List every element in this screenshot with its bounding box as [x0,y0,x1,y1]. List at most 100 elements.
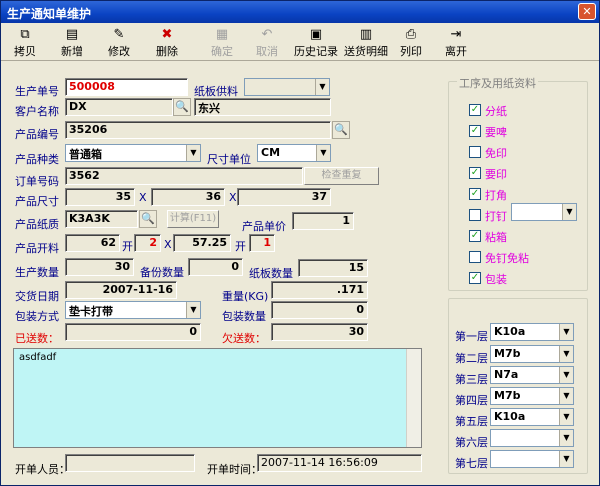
customer-code-field[interactable]: DX [65,98,173,116]
layer-4-select[interactable]: M7b ▼ [490,387,574,405]
chevron-down-icon[interactable]: ▼ [559,430,573,446]
product-type-label: 产品种类 [15,153,59,166]
product-code-label: 产品编号 [15,128,59,141]
customer-label: 客户名称 [15,105,59,118]
spare-field[interactable]: 0 [188,258,243,276]
checkbox-yaopi[interactable]: ✓ [469,125,481,137]
customer-search-icon[interactable]: 🔍 [173,98,191,116]
checkbox-zhanxiang[interactable]: ✓ [469,230,481,242]
created-time-field[interactable]: 2007-11-14 16:56:09 [257,454,422,472]
checkbox-mianding[interactable] [469,251,481,263]
order-no-label: 生产单号 [15,85,59,98]
edit-icon: ✎ [113,27,125,42]
checkbox-dading[interactable] [469,209,481,221]
new-button[interactable]: ▤ 新增 [54,27,90,59]
size-width-field[interactable]: 36 [151,188,225,206]
quantity-field[interactable]: 30 [65,258,134,276]
cut-a-field[interactable]: 62 [65,234,120,252]
chevron-down-icon[interactable]: ▼ [316,145,330,161]
layer-3-label: 第三层 [455,373,488,386]
pack-qty-field[interactable]: 0 [271,301,368,319]
customer-name-field[interactable]: 东兴 [194,98,331,116]
chevron-down-icon[interactable]: ▼ [559,367,573,383]
creator-label: 开单人员： [15,463,70,476]
delivery-icon: ▥ [359,27,373,42]
print-button[interactable]: ⎙ 列印 [393,27,429,59]
board-qty-field[interactable]: 15 [298,259,368,277]
product-search-icon[interactable]: 🔍 [332,121,350,139]
memo-textarea[interactable]: asdfadf [13,348,422,448]
unit-price-label: 产品单价 [242,220,286,233]
size-unit-select[interactable]: CM ▼ [257,144,331,162]
creator-field[interactable] [65,454,195,472]
delete-button[interactable]: ✖ 删除 [149,27,185,59]
checkbox-dajiao[interactable]: ✓ [469,188,481,200]
product-size-label: 产品尺寸 [15,195,59,208]
app-window: 生产通知单维护 ✕ ⧉ 拷贝 ▤ 新增 ✎ 修改 ✖ 删除 ▦ 确定 ↶ 取消 ▣ 历史记录 … [0,0,600,486]
memo-scrollbar[interactable] [406,349,421,447]
chevron-down-icon[interactable]: ▼ [186,145,200,161]
layer-3-select[interactable]: N7a ▼ [490,366,574,384]
chevron-down-icon[interactable]: ▼ [186,302,200,318]
chevron-down-icon[interactable]: ▼ [315,79,329,95]
chevron-down-icon[interactable]: ▼ [559,324,573,340]
weight-label: 重量(KG) [222,290,269,303]
chevron-down-icon[interactable]: ▼ [559,409,573,425]
checkbox-baozhuang[interactable]: ✓ [469,272,481,284]
checkbox-yaoyin[interactable]: ✓ [469,167,481,179]
order-code-label: 订单号码 [15,175,59,188]
layer-6-select[interactable]: ▼ [490,429,574,447]
chevron-down-icon[interactable]: ▼ [559,451,573,467]
layer-7-label: 第七层 [455,457,488,470]
check-duplicate-button[interactable]: 检查重复 [304,167,379,185]
chevron-down-icon[interactable]: ▼ [562,204,576,220]
chevron-down-icon[interactable]: ▼ [559,346,573,362]
layer-5-label: 第五层 [455,415,488,428]
sent-field[interactable]: 0 [65,323,201,341]
chevron-down-icon[interactable]: ▼ [559,388,573,404]
size-height-field[interactable]: 37 [237,188,331,206]
layer-5-select[interactable]: K10a ▼ [490,408,574,426]
size-unit-label: 尺寸单位 [207,153,251,166]
size-length-field[interactable]: 35 [65,188,135,206]
delete-icon: ✖ [161,27,173,42]
calculate-button[interactable]: 计算(F11) [167,210,219,228]
unit-price-field[interactable]: 1 [292,212,354,230]
cut-d-field[interactable]: 1 [249,234,275,252]
checkbox-mianyin[interactable] [469,146,481,158]
delivery-date-field[interactable]: 2007-11-16 [65,281,177,299]
window-title: 生产通知单维护 [7,7,92,21]
order-code-field[interactable]: 3562 [65,167,303,185]
print-icon: ⎙ [405,27,417,42]
confirm-icon: ▦ [215,27,229,42]
confirm-button[interactable]: ▦ 确定 [204,27,240,59]
edit-button[interactable]: ✎ 修改 [101,27,137,59]
delivery-date-label: 交货日期 [15,290,59,303]
undo-icon: ↶ [261,27,273,42]
checkbox-fenzhi[interactable]: ✓ [469,104,481,116]
process-group: 工序及用纸资料 ✓ 分纸 ✓ 要啤 免印 ✓ 要印 ✓ 打角 打钉 ▼ ✓ 粘箱… [448,75,588,291]
paper-search-icon[interactable]: 🔍 [139,210,157,228]
history-button[interactable]: ▣ 历史记录 [291,27,341,59]
owed-field[interactable]: 30 [271,323,368,341]
cancel-button[interactable]: ↶ 取消 [249,27,285,59]
history-icon: ▣ [309,27,323,42]
order-no-field[interactable]: 500008 [65,78,188,96]
product-type-select[interactable]: 普通箱 ▼ [65,144,201,162]
product-code-field[interactable]: 35206 [65,121,331,139]
cut-b-field[interactable]: 2 [134,234,161,252]
paper-field[interactable]: K3A3K [65,210,138,228]
layer-2-select[interactable]: M7b ▼ [490,345,574,363]
weight-field[interactable]: .171 [271,281,368,299]
exit-button[interactable]: ⇥ 离开 [438,27,474,59]
copy-button[interactable]: ⧉ 拷贝 [7,27,43,59]
layer-7-select[interactable]: ▼ [490,450,574,468]
board-supply-select[interactable]: ▼ [244,78,330,96]
nail-select[interactable]: ▼ [511,203,577,221]
delivery-detail-button[interactable]: ▥ 送货明细 [341,27,391,59]
exit-icon: ⇥ [450,27,462,42]
close-button[interactable]: ✕ [578,3,596,20]
cut-c-field[interactable]: 57.25 [173,234,231,252]
pack-method-select[interactable]: 垫卡打带 ▼ [65,301,201,319]
layer-1-select[interactable]: K10a ▼ [490,323,574,341]
